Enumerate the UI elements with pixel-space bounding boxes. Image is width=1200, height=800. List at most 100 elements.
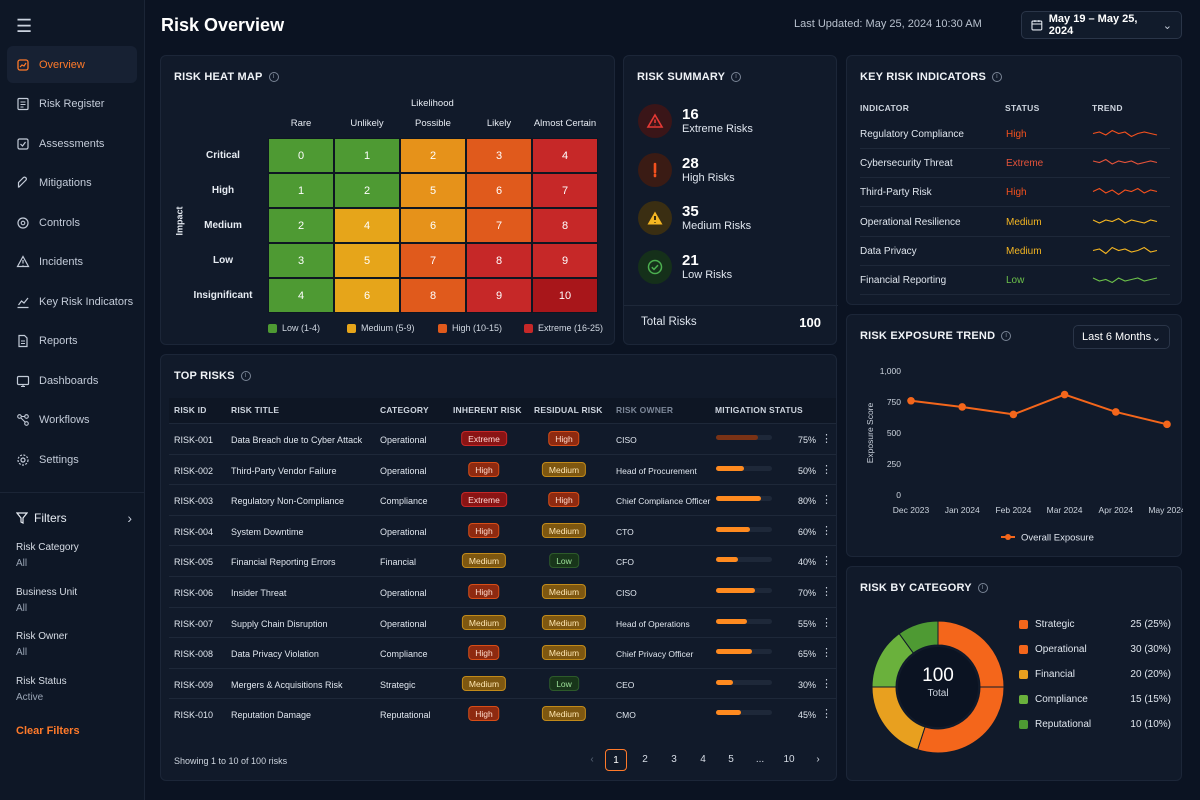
heat-map-cell[interactable]: 4 xyxy=(268,278,334,313)
heat-map-cell[interactable]: 8 xyxy=(466,243,532,278)
summary-item[interactable]: 21 Low Risks xyxy=(638,249,732,284)
heat-map-cell[interactable]: 6 xyxy=(400,208,466,243)
row-actions-icon[interactable]: ⋮ xyxy=(821,707,832,720)
kri-row[interactable]: Financial Reporting Low xyxy=(860,266,1170,295)
table-header[interactable]: RISK ID xyxy=(174,405,207,415)
summary-item[interactable]: 28 High Risks xyxy=(638,152,735,187)
heat-map-cell[interactable]: 1 xyxy=(334,138,400,173)
kri-row[interactable]: Operational Resilience Medium xyxy=(860,208,1170,237)
row-actions-icon[interactable]: ⋮ xyxy=(821,616,832,629)
info-icon[interactable]: i xyxy=(992,72,1003,82)
row-actions-icon[interactable]: ⋮ xyxy=(821,554,832,567)
summary-item[interactable]: 16 Extreme Risks xyxy=(638,104,753,138)
heat-map-cell[interactable]: 5 xyxy=(400,173,466,208)
filter-risk-category[interactable]: Risk Category All xyxy=(16,542,79,569)
page-button[interactable]: 3 xyxy=(663,749,685,771)
sidebar-item-mitigations[interactable]: Mitigations xyxy=(7,165,137,202)
table-row[interactable]: RISK-010 Reputation Damage Reputational Hig… xyxy=(169,698,836,729)
page-button[interactable]: 10 xyxy=(778,749,800,771)
sidebar-item-risk-register[interactable]: Risk Register xyxy=(7,86,137,123)
heat-map-cell[interactable]: 4 xyxy=(532,138,598,173)
heat-map-cell[interactable]: 6 xyxy=(466,173,532,208)
date-range-picker[interactable]: May 19 – May 25, 2024 ⌄ xyxy=(1021,11,1182,39)
sidebar-item-settings[interactable]: Settings xyxy=(7,441,137,478)
data-point[interactable] xyxy=(1112,408,1120,416)
heat-map-cell[interactable]: 3 xyxy=(268,243,334,278)
clear-filters-button[interactable]: Clear Filters xyxy=(16,725,80,737)
table-header[interactable]: RISK OWNER xyxy=(616,405,673,415)
heat-map-cell[interactable]: 5 xyxy=(334,243,400,278)
row-actions-icon[interactable]: ⋮ xyxy=(821,646,832,659)
page-button[interactable]: 5 xyxy=(720,749,742,771)
data-point[interactable] xyxy=(1060,390,1069,399)
sidebar-item-reports[interactable]: Reports xyxy=(7,323,137,360)
heat-map-cell[interactable]: 4 xyxy=(334,208,400,243)
table-header[interactable]: CATEGORY xyxy=(380,405,429,415)
data-point[interactable] xyxy=(958,403,966,411)
filter-risk-status[interactable]: Risk Status Active xyxy=(16,676,67,703)
table-row[interactable]: RISK-003 Regulatory Non-Compliance Complia… xyxy=(169,484,836,515)
heat-map-cell[interactable]: 7 xyxy=(466,208,532,243)
table-header[interactable]: MITIGATION STATUS xyxy=(715,405,803,415)
table-header[interactable]: RESIDUAL RISK xyxy=(534,405,603,415)
sidebar-item-assessments[interactable]: Assessments xyxy=(7,125,137,162)
heat-map-cell[interactable]: 0 xyxy=(268,138,334,173)
kri-row[interactable]: Data Privacy Medium xyxy=(860,237,1170,266)
filter-business-unit[interactable]: Business Unit All xyxy=(16,587,77,614)
table-row[interactable]: RISK-008 Data Privacy Violation Compliance… xyxy=(169,637,836,668)
kri-row[interactable]: Regulatory Compliance High xyxy=(860,120,1170,149)
heat-map-cell[interactable]: 9 xyxy=(532,243,598,278)
sidebar-item-dashboards[interactable]: Dashboards xyxy=(7,362,137,399)
heat-map-cell[interactable]: 2 xyxy=(268,208,334,243)
row-actions-icon[interactable]: ⋮ xyxy=(821,677,832,690)
heat-map-cell[interactable]: 9 xyxy=(466,278,532,313)
page-button[interactable]: ... xyxy=(749,749,771,771)
kri-row[interactable]: Third-Party Risk High xyxy=(860,178,1170,208)
heat-map-cell[interactable]: 2 xyxy=(334,173,400,208)
row-actions-icon[interactable]: ⋮ xyxy=(821,463,832,476)
data-point[interactable] xyxy=(907,396,915,405)
page-button[interactable]: 4 xyxy=(692,749,714,771)
table-row[interactable]: RISK-006 Insider Threat Operational High Med… xyxy=(169,576,836,607)
filters-toggle[interactable]: Filters › xyxy=(16,510,132,526)
table-header[interactable]: INHERENT RISK xyxy=(453,405,522,415)
kri-row[interactable]: Cybersecurity Threat Extreme xyxy=(860,149,1170,179)
row-actions-icon[interactable]: ⋮ xyxy=(821,524,832,537)
data-point[interactable] xyxy=(1009,410,1018,419)
heat-map-cell[interactable]: 10 xyxy=(532,278,598,313)
heat-map-cell[interactable]: 8 xyxy=(400,278,466,313)
next-page-button[interactable]: › xyxy=(807,749,829,771)
heat-map-cell[interactable]: 6 xyxy=(334,278,400,313)
filter-risk-owner[interactable]: Risk Owner All xyxy=(16,631,68,658)
prev-page-button[interactable]: ‹ xyxy=(581,749,603,771)
sidebar-item-overview[interactable]: Overview xyxy=(7,46,137,83)
page-button[interactable]: 1 xyxy=(605,749,627,771)
page-button[interactable]: 2 xyxy=(634,749,656,771)
table-row[interactable]: RISK-004 System Downtime Operational High Me… xyxy=(169,514,836,546)
sidebar-item-incidents[interactable]: Incidents xyxy=(7,244,137,281)
info-icon[interactable]: i xyxy=(977,583,988,593)
row-actions-icon[interactable]: ⋮ xyxy=(821,493,832,506)
table-row[interactable]: RISK-005 Financial Reporting Errors Financ… xyxy=(169,545,836,576)
table-row[interactable]: RISK-002 Third-Party Vendor Failure Operat… xyxy=(169,453,836,485)
heat-map-cell[interactable]: 3 xyxy=(466,138,532,173)
sidebar-item-workflows[interactable]: Workflows xyxy=(7,402,137,439)
data-point[interactable] xyxy=(1163,420,1171,429)
heat-map-cell[interactable]: 8 xyxy=(532,208,598,243)
row-actions-icon[interactable]: ⋮ xyxy=(821,585,832,598)
row-actions-icon[interactable]: ⋮ xyxy=(821,432,832,445)
sidebar-item-key-risk-indicators[interactable]: Key Risk Indicators xyxy=(7,283,137,320)
info-icon[interactable]: i xyxy=(240,371,251,381)
heat-map-cell[interactable]: 2 xyxy=(400,138,466,173)
heat-map-cell[interactable]: 7 xyxy=(400,243,466,278)
info-icon[interactable]: i xyxy=(731,72,742,82)
heat-map-cell[interactable]: 7 xyxy=(532,173,598,208)
menu-icon[interactable]: ☰ xyxy=(16,16,32,37)
table-row[interactable]: RISK-009 Mergers & Acquisitions Risk Strat… xyxy=(169,667,836,699)
info-icon[interactable]: i xyxy=(268,72,279,82)
table-row[interactable]: RISK-001 Data Breach due to Cyber Attack O… xyxy=(169,423,836,454)
table-header[interactable]: RISK TITLE xyxy=(231,405,279,415)
heat-map-cell[interactable]: 1 xyxy=(268,173,334,208)
sidebar-item-controls[interactable]: Controls xyxy=(7,204,137,241)
table-row[interactable]: RISK-007 Supply Chain Disruption Operation… xyxy=(169,606,836,638)
